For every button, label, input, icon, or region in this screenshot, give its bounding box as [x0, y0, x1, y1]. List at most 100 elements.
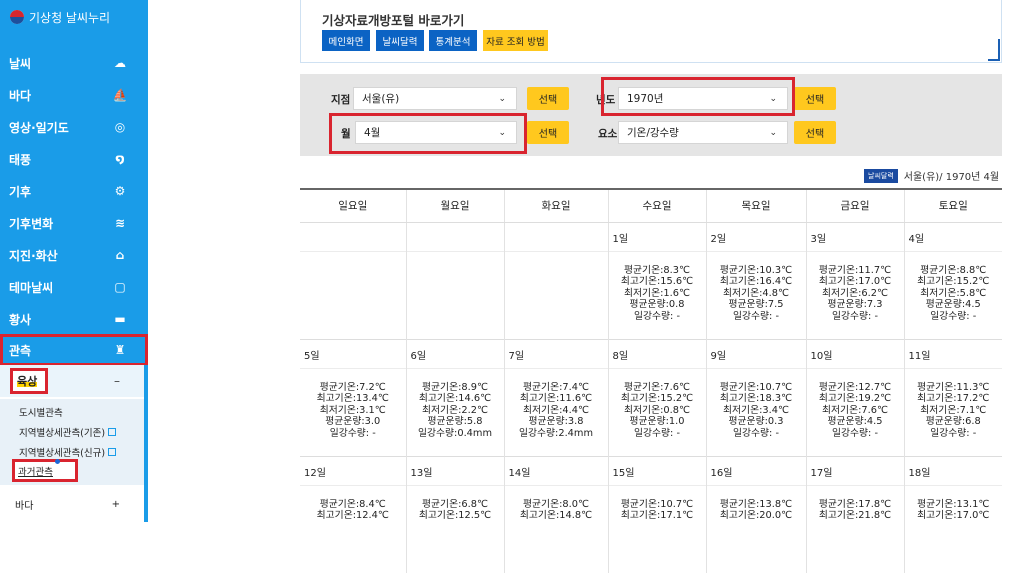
corner-decoration: [988, 39, 1000, 61]
day-data-line: 최저기온:2.2℃: [422, 404, 488, 416]
year-select-button[interactable]: 선택: [794, 87, 836, 110]
observation-submenu: 육상 – 도시별관측 지역별상세관측(기존) 지역별상세관측(신규) 과거관측 …: [0, 365, 148, 522]
day-data-line: 최고기온:14.8℃: [519, 510, 593, 522]
submenu-land[interactable]: 육상 –: [0, 365, 144, 397]
day-data-line: 최고기온:15.2℃: [917, 276, 990, 288]
day-data-line: 일강수량: -: [831, 427, 878, 439]
link-regional-old[interactable]: 지역별상세관측(기존): [19, 425, 117, 439]
sidebar-item-yellow-dust[interactable]: 황사 ▬: [0, 303, 148, 335]
sidebar-item-label: 황사: [9, 312, 32, 327]
day-data-cell: 평균기온:8.8℃ 최고기온:15.2℃ 최저기온:5.8℃ 평균운량:4.5 일강수량…: [903, 250, 1002, 339]
sidebar-item-theme[interactable]: 테마날씨 ▢: [0, 271, 148, 303]
sidebar-item-weather[interactable]: 날씨 ☁: [0, 47, 148, 79]
statistics-button[interactable]: 통계분석: [429, 30, 477, 51]
external-link-icon: [108, 448, 117, 456]
day-data-cell: 평균기온:7.2℃ 최고기온:13.4℃ 최저기온:3.1℃ 평균운량:3.0 일강수량…: [300, 367, 406, 456]
sidebar-item-label: 바다: [9, 88, 32, 103]
data-query-guide-button[interactable]: 자료 조회 방법: [483, 30, 548, 51]
day-data-cell: 평균기온:10.3℃ 최고기온:16.4℃ 최저기온:4.8℃ 평균운량:7.5 일강수…: [705, 250, 806, 339]
day-data-line: 최저기온:3.4℃: [723, 404, 789, 416]
day-data-line: 평균기온:8.9℃: [422, 381, 488, 393]
sidebar-item-imagery[interactable]: 영상·일기도 ◎: [0, 111, 148, 143]
day-data-line: 최저기온:7.6℃: [822, 404, 888, 416]
element-select-button[interactable]: 선택: [794, 121, 836, 144]
weather-calendar-button[interactable]: 날씨달력: [376, 30, 424, 51]
day-data-line: 최고기온:12.4℃: [316, 510, 389, 522]
station-label: 지점: [331, 94, 351, 106]
cloud-sun-icon: ☁: [114, 56, 126, 70]
volcano-icon: ⌂: [115, 248, 125, 262]
day-data-line: 최고기온:11.6℃: [519, 393, 593, 405]
month-select-button[interactable]: 선택: [527, 121, 569, 144]
date-cell: 13일: [405, 455, 504, 485]
climate-icon: ⚙: [114, 184, 126, 198]
day-data-line: 평균기온:17.8℃: [818, 498, 892, 510]
site-logo[interactable]: 기상청 날씨누리: [10, 6, 110, 28]
day-data-line: 평균기온:8.4℃: [319, 498, 386, 510]
date-cell: 7일: [503, 338, 608, 368]
day-data-line: 평균기온:11.7℃: [818, 264, 892, 276]
station-value: 서울(유): [362, 93, 400, 105]
expand-icon[interactable]: +: [112, 499, 120, 510]
station-select[interactable]: 서울(유) ⌄: [353, 87, 517, 110]
wave-icon: ⛵: [112, 88, 128, 102]
sidebar-item-typhoon[interactable]: 태풍 ໑: [0, 143, 148, 175]
link-regional-new[interactable]: 지역별상세관측(신규): [19, 445, 117, 459]
date-cell: 15일: [607, 455, 706, 485]
date-cell: 6일: [405, 338, 504, 368]
dust-icon: ▬: [114, 312, 126, 326]
day-data-line: 평균기온:12.7℃: [818, 381, 892, 393]
day-data-cell: 평균기온:7.6℃ 최고기온:15.2℃ 최저기온:0.8℃ 평균운량:1.0 일강수량…: [607, 367, 706, 456]
weekday-cell: 일요일: [300, 188, 406, 223]
sidebar-item-climate-change[interactable]: 기후변화 ≋: [0, 207, 148, 239]
sidebar-item-label: 태풍: [9, 152, 32, 167]
day-data-cell: 평균기온:11.7℃ 최고기온:17.0℃ 최저기온:6.2℃ 평균운량:7.3 일강수…: [805, 250, 904, 339]
link-past-observation[interactable]: 과거관측: [12, 459, 78, 482]
search-form: 지점 서울(유) ⌄ 선택 년도 1970년 ⌄ 선택 월 4월 ⌄ 선택 요소…: [300, 74, 1002, 156]
tower-icon: ♜: [114, 343, 126, 357]
day-data-line: 최고기온:15.6℃: [620, 276, 694, 288]
main-page-button[interactable]: 메인화면: [322, 30, 370, 51]
day-data-line: 최고기온:17.1℃: [620, 510, 694, 522]
day-data-line: 평균기온:11.3℃: [917, 381, 990, 393]
weekday-cell: 화요일: [503, 188, 608, 223]
day-data-line: 최저기온:1.6℃: [624, 287, 690, 299]
station-select-button[interactable]: 선택: [527, 87, 569, 110]
external-link-icon: [108, 428, 117, 436]
day-data-line: 평균기온:10.7℃: [620, 498, 694, 510]
highlight-year: [601, 77, 795, 116]
day-data-line: 일강수량: -: [633, 310, 680, 322]
date-cell: 2일: [705, 221, 806, 251]
weekday-cell: 수요일: [607, 188, 706, 223]
day-data-line: 일강수량:2.4mm: [518, 427, 594, 439]
chevron-down-icon: ⌄: [498, 93, 506, 104]
day-data-line: 최고기온:14.6℃: [418, 393, 492, 405]
sidebar-item-label: 날씨: [9, 56, 32, 71]
day-data-line: 최고기온:20.0℃: [719, 510, 793, 522]
data-row: 평균기온:7.2℃ 최고기온:13.4℃ 최저기온:3.1℃ 평균운량:3.0 일강수량…: [300, 367, 1002, 456]
sidebar-item-earthquake[interactable]: 지진·화산 ⌂: [0, 239, 148, 271]
day-data-line: 평균기온:10.7℃: [719, 381, 793, 393]
link-city-observation[interactable]: 도시별관측: [19, 405, 63, 419]
date-row: 1일 2일 3일 4일: [300, 221, 1002, 251]
submenu-sea[interactable]: 바다 +: [0, 487, 144, 522]
date-cell: [405, 221, 504, 251]
day-data-cell: 평균기온:12.7℃ 최고기온:19.2℃ 최저기온:7.6℃ 평균운량:4.5 일강수…: [805, 367, 904, 456]
day-data-line: 최저기온:4.8℃: [723, 287, 789, 299]
weekday-cell: 월요일: [405, 188, 504, 223]
weekday-header: 일요일 월요일 화요일 수요일 목요일 금요일 토요일: [300, 188, 1002, 223]
element-select[interactable]: 기온/강수량 ⌄: [618, 121, 788, 144]
data-row: 평균기온:8.4℃ 최고기온:12.4℃ 평균기온:6.8℃ 최고기온:12.5℃ 평균…: [300, 484, 1002, 573]
day-data-cell: 평균기온:13.1℃ 최고기온:17.0℃: [903, 484, 1002, 573]
day-data-line: 평균기온:6.8℃: [422, 498, 488, 510]
weekday-cell: 금요일: [805, 188, 904, 223]
day-data-line: 평균운량:7.3: [827, 299, 883, 311]
sidebar-item-climate[interactable]: 기후 ⚙: [0, 175, 148, 207]
sidebar-item-observation[interactable]: 관측 ♜: [0, 334, 148, 366]
sidebar-item-label: 지진·화산: [9, 248, 58, 263]
day-data-cell: 평균기온:8.3℃ 최고기온:15.6℃ 최저기온:1.6℃ 평균운량:0.8 일강수량…: [607, 250, 706, 339]
collapse-icon[interactable]: –: [114, 374, 120, 388]
day-data-line: 최고기온:13.4℃: [316, 393, 389, 405]
sidebar-item-sea[interactable]: 바다 ⛵: [0, 79, 148, 111]
date-cell: 4일: [903, 221, 1002, 251]
